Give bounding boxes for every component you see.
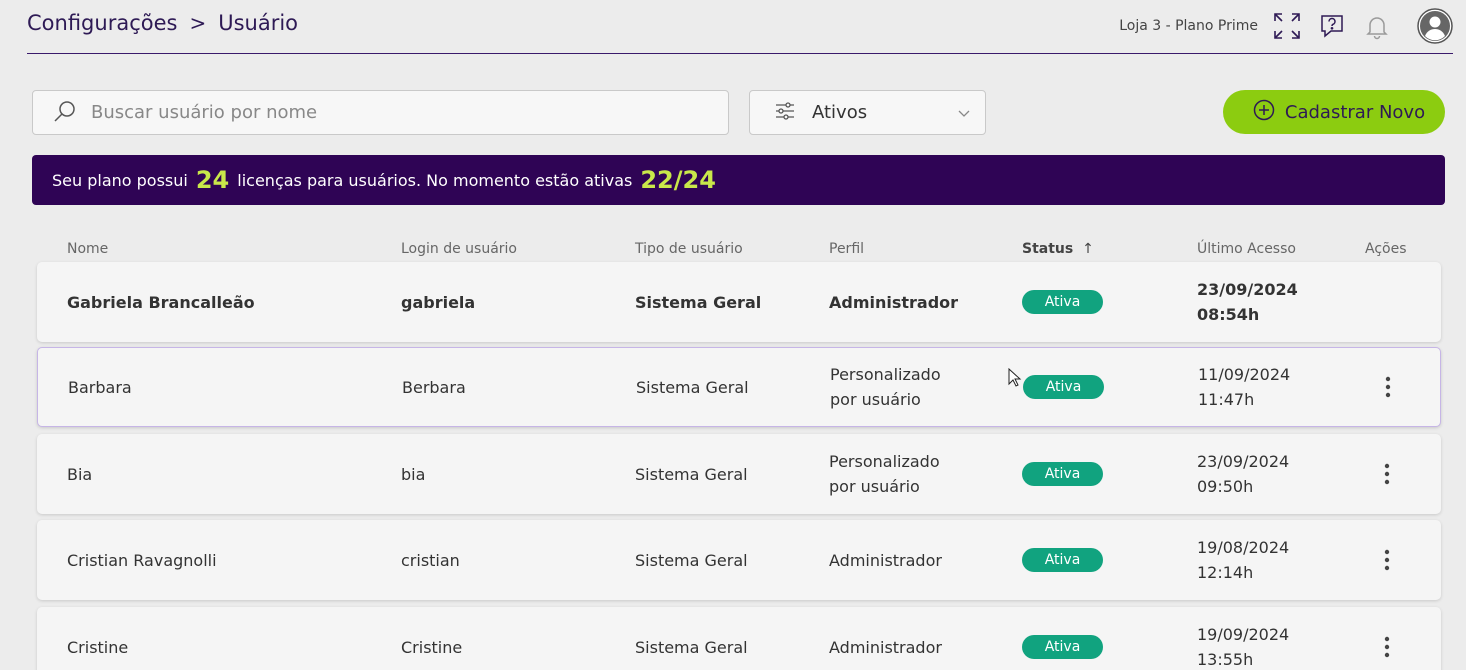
col-login[interactable]: Login de usuário xyxy=(401,241,517,257)
plan-label: Loja 3 - Plano Prime xyxy=(1119,18,1258,34)
table-row[interactable]: Gabriela Brancalleão gabriela Sistema Ge… xyxy=(37,262,1441,342)
cell-status: Ativa xyxy=(1022,434,1103,514)
cell-acoes xyxy=(1377,434,1397,514)
more-vertical-icon[interactable] xyxy=(1377,545,1397,575)
mouse-cursor-icon xyxy=(1008,367,1022,392)
cell-nome: Gabriela Brancalleão xyxy=(67,292,255,312)
cell-login: Berbara xyxy=(402,377,466,397)
access-time: 08:54h xyxy=(1197,305,1260,324)
cell-perfil: Personalizado por usuário xyxy=(830,365,941,409)
col-acoes: Ações xyxy=(1365,241,1407,257)
cell-status: Ativa xyxy=(1022,607,1103,670)
chevron-down-icon xyxy=(957,105,971,124)
cell-status: Ativa xyxy=(1023,348,1104,426)
breadcrumb-section[interactable]: Configurações xyxy=(27,11,177,35)
table-row[interactable]: Cristian Ravagnolli cristian Sistema Ger… xyxy=(37,520,1441,600)
cell-perfil: Administrador xyxy=(829,550,942,570)
access-date: 23/09/2024 xyxy=(1197,280,1298,299)
table-header: Nome Login de usuário Tipo de usuário Pe… xyxy=(37,241,1441,261)
status-badge: Ativa xyxy=(1022,290,1103,314)
search-icon xyxy=(53,99,77,127)
status-badge: Ativa xyxy=(1023,375,1104,399)
cell-acesso: 23/09/2024 08:54h xyxy=(1197,262,1298,342)
table-row[interactable]: Barbara Berbara Sistema Geral Personaliz… xyxy=(37,347,1441,427)
access-date: 19/09/2024 xyxy=(1197,625,1290,644)
breadcrumb-current: Usuário xyxy=(218,11,299,35)
col-acesso[interactable]: Último Acesso xyxy=(1197,241,1296,257)
access-time: 13:55h xyxy=(1197,650,1254,669)
cell-perfil: Administrador xyxy=(829,292,959,312)
breadcrumb-separator: > xyxy=(189,11,207,35)
bell-icon[interactable] xyxy=(1362,11,1392,41)
cell-acesso: 11/09/2024 11:47h xyxy=(1198,348,1290,426)
cell-acesso: 23/09/2024 09:50h xyxy=(1197,434,1289,514)
cell-status: Ativa xyxy=(1022,262,1103,342)
license-banner: Seu plano possui 24 licenças para usuári… xyxy=(32,155,1445,205)
cell-tipo: Sistema Geral xyxy=(635,464,748,484)
table-row[interactable]: Cristine Cristine Sistema Geral Administ… xyxy=(37,607,1441,670)
add-user-button[interactable]: Cadastrar Novo xyxy=(1223,90,1445,134)
col-status-label: Status xyxy=(1022,241,1074,257)
col-tipo[interactable]: Tipo de usuário xyxy=(635,241,743,257)
status-badge: Ativa xyxy=(1022,635,1103,659)
col-perfil[interactable]: Perfil xyxy=(829,241,864,257)
cell-nome: Cristian Ravagnolli xyxy=(67,550,217,570)
banner-text-middle: licenças para usuários. No momento estão… xyxy=(237,170,633,190)
status-badge: Ativa xyxy=(1022,462,1103,486)
add-user-label: Cadastrar Novo xyxy=(1284,101,1426,123)
access-time: 11:47h xyxy=(1198,390,1255,409)
access-date: 23/09/2024 xyxy=(1197,452,1290,471)
cell-tipo: Sistema Geral xyxy=(635,550,748,570)
cell-acoes xyxy=(1378,348,1398,426)
access-time: 12:14h xyxy=(1197,563,1254,582)
active-count: 22/24 xyxy=(640,166,716,194)
cell-nome: Cristine xyxy=(67,637,129,657)
more-vertical-icon[interactable] xyxy=(1377,459,1397,489)
filter-icon xyxy=(774,100,796,126)
access-date: 19/08/2024 xyxy=(1197,538,1290,557)
cell-acoes xyxy=(1377,520,1397,600)
sort-asc-icon: ↑ xyxy=(1082,241,1094,257)
status-badge: Ativa xyxy=(1022,548,1103,572)
more-vertical-icon[interactable] xyxy=(1378,372,1398,402)
col-status[interactable]: Status ↑ xyxy=(1022,241,1094,257)
table-row[interactable]: Bia bia Sistema Geral Personalizado por … xyxy=(37,434,1441,514)
access-date: 11/09/2024 xyxy=(1198,365,1291,384)
breadcrumb: Configurações > Usuário xyxy=(27,11,298,35)
cell-login: bia xyxy=(401,464,426,484)
license-count: 24 xyxy=(195,166,230,194)
more-vertical-icon[interactable] xyxy=(1377,632,1397,662)
header-actions: Loja 3 - Plano Prime xyxy=(1119,8,1453,44)
banner-text-before: Seu plano possui xyxy=(52,170,188,190)
cell-login: gabriela xyxy=(401,292,476,312)
avatar-icon[interactable] xyxy=(1417,8,1453,44)
search-box[interactable] xyxy=(32,90,729,135)
cell-acesso: 19/09/2024 13:55h xyxy=(1197,607,1289,670)
cell-login: Cristine xyxy=(401,637,463,657)
cell-tipo: Sistema Geral xyxy=(635,292,762,312)
cell-tipo: Sistema Geral xyxy=(635,637,748,657)
cell-acesso: 19/08/2024 12:14h xyxy=(1197,520,1289,600)
help-icon[interactable] xyxy=(1317,11,1347,41)
cell-acoes xyxy=(1377,607,1397,670)
top-header: Configurações > Usuário Loja 3 - Plano P… xyxy=(27,0,1453,54)
cell-nome: Bia xyxy=(67,464,93,484)
filter-selected-value: Ativos xyxy=(812,102,868,123)
status-filter-select[interactable]: Ativos xyxy=(749,90,986,135)
cell-login: cristian xyxy=(401,550,460,570)
expand-icon[interactable] xyxy=(1272,11,1302,41)
cell-perfil: Administrador xyxy=(829,637,942,657)
search-input[interactable] xyxy=(91,102,691,123)
cell-perfil: Personalizado por usuário xyxy=(829,452,940,496)
access-time: 09:50h xyxy=(1197,477,1254,496)
cell-status: Ativa xyxy=(1022,520,1103,600)
cell-tipo: Sistema Geral xyxy=(636,377,749,397)
col-nome[interactable]: Nome xyxy=(67,241,108,257)
cell-nome: Barbara xyxy=(68,377,132,397)
plus-circle-icon xyxy=(1253,99,1275,126)
